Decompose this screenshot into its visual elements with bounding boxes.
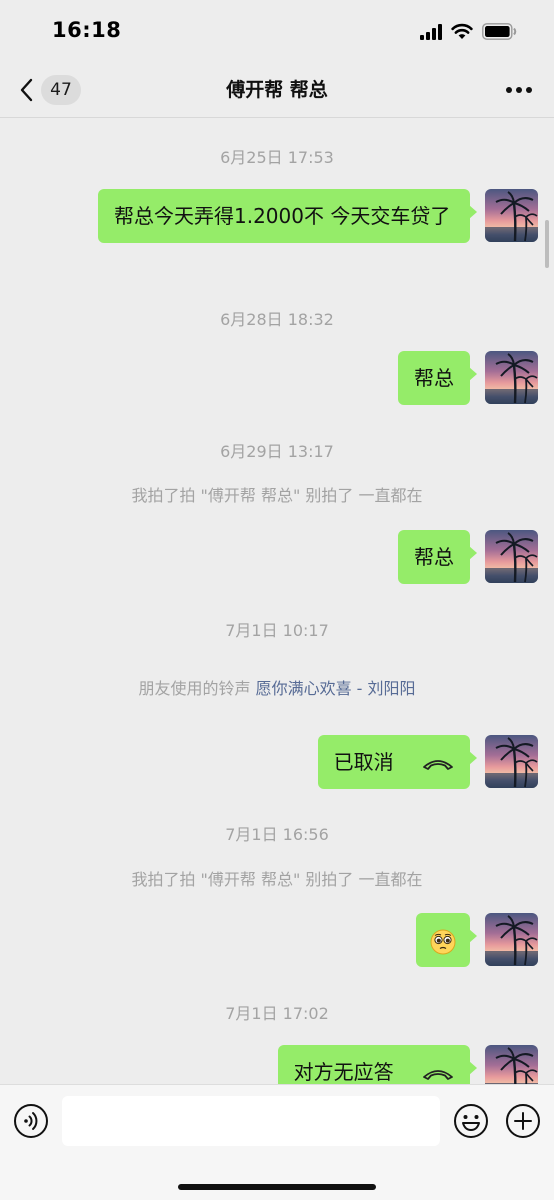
message-text-input[interactable]: [62, 1096, 440, 1146]
user-avatar[interactable]: [485, 189, 538, 242]
emoji-message-bubble[interactable]: [416, 913, 477, 967]
sent-message-bubble[interactable]: 帮总: [398, 530, 477, 584]
phone-handset-icon: [423, 759, 453, 770]
chat-header: 47 傅开帮 帮总: [0, 62, 554, 118]
message-text: 帮总: [414, 366, 454, 390]
user-avatar[interactable]: [485, 351, 538, 404]
chat-screen: 16:18 47 傅开帮 帮总 6月25日 17:53 帮总今天弄得1.2000…: [0, 0, 554, 1200]
sent-message-bubble[interactable]: 帮总: [398, 351, 477, 405]
plus-icon[interactable]: [505, 1103, 541, 1139]
home-indicator: [178, 1184, 376, 1190]
ringtone-prefix: 朋友使用的铃声: [138, 679, 256, 698]
more-options-icon[interactable]: [506, 86, 532, 94]
unread-count-badge[interactable]: 47: [41, 75, 81, 105]
pat-notification: 我拍了拍 "傅开帮 帮总" 别拍了 一直都在: [131, 870, 423, 889]
battery-icon: [482, 23, 517, 40]
back-chevron-icon[interactable]: [16, 76, 38, 104]
chat-title: 傅开帮 帮总: [226, 79, 328, 101]
wifi-icon: [451, 23, 473, 39]
phone-handset-icon: [423, 1069, 453, 1080]
scrollbar[interactable]: [545, 220, 549, 268]
user-avatar[interactable]: [485, 735, 538, 788]
ringtone-notice: 朋友使用的铃声 愿你满心欢喜 - 刘阳阳: [0, 675, 554, 699]
pleading-face-icon: [430, 929, 456, 954]
message-input-bar: [0, 1084, 554, 1200]
pat-notification: 我拍了拍 "傅开帮 帮总" 别拍了 一直都在: [131, 486, 423, 505]
message-text: 帮总: [414, 545, 454, 569]
user-avatar[interactable]: [485, 530, 538, 583]
message-timestamp: 6月28日 18:32: [220, 310, 334, 329]
message-text: 帮总今天弄得1.2000不 今天交车贷了: [114, 204, 451, 228]
voice-input-icon[interactable]: [13, 1103, 49, 1139]
cellular-signal-icon: [420, 24, 442, 40]
message-timestamp: 7月1日 10:17: [225, 621, 329, 640]
message-timestamp: 7月1日 17:02: [225, 1004, 329, 1023]
ringtone-link[interactable]: 愿你满心欢喜 - 刘阳阳: [256, 679, 416, 698]
message-timestamp: 6月29日 13:17: [220, 442, 334, 461]
call-status-text: 已取消: [333, 750, 394, 774]
call-status-text: 对方无应答: [293, 1060, 394, 1084]
message-timestamp: 7月1日 16:56: [225, 825, 329, 844]
call-record-bubble[interactable]: 已取消: [317, 735, 478, 789]
status-time: 16:18: [52, 18, 122, 42]
message-timestamp: 6月25日 17:53: [220, 148, 334, 167]
emoji-icon[interactable]: [453, 1103, 489, 1139]
user-avatar[interactable]: [485, 913, 538, 966]
status-bar: 16:18: [0, 0, 554, 62]
sent-message-bubble[interactable]: 帮总今天弄得1.2000不 今天交车贷了: [98, 189, 477, 243]
